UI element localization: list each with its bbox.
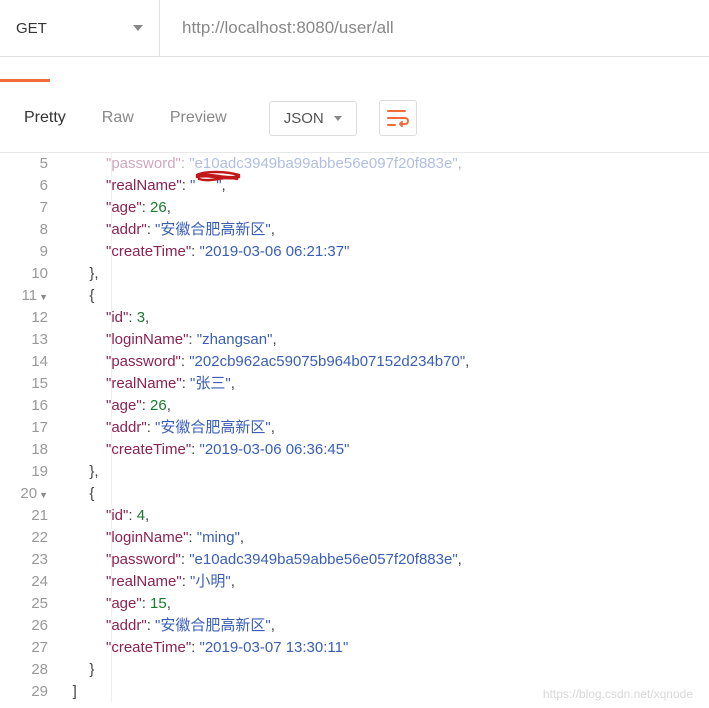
json-key: age [111, 397, 136, 414]
json-key: createTime [111, 441, 185, 458]
json-key: addr [111, 617, 141, 634]
http-method-label: GET [16, 20, 47, 37]
json-value: 安徽合肥高新区 [160, 419, 265, 436]
json-key: createTime [111, 639, 185, 656]
json-value: ming [202, 529, 235, 546]
json-value: 小明 [195, 573, 225, 590]
tab-pretty[interactable]: Pretty [6, 101, 84, 135]
response-body: 5678910 11▼ 1213141516171819 20▼ 2122232… [0, 153, 709, 703]
json-key: addr [111, 419, 141, 436]
response-view-tabs: Pretty Raw Preview JSON [0, 82, 709, 153]
json-key: id [111, 309, 123, 326]
json-key: loginName [111, 529, 183, 546]
json-key: password [111, 551, 175, 568]
json-value: 202cb962ac59075b964b07152d234b70 [195, 353, 460, 370]
line-gutter: 5678910 11▼ 1213141516171819 20▼ 2122232… [0, 153, 56, 703]
tab-raw[interactable]: Raw [84, 101, 152, 135]
redaction-mark-icon [195, 169, 241, 185]
json-value: 张三 [195, 375, 225, 392]
json-key: loginName [111, 331, 183, 348]
format-dropdown[interactable]: JSON [269, 101, 357, 136]
json-value: 4 [137, 507, 145, 524]
json-key: createTime [111, 243, 185, 260]
json-value: 安徽合肥高新区 [160, 617, 265, 634]
url-input[interactable] [160, 0, 709, 56]
json-key: password [111, 155, 175, 172]
json-value: zhangsan [202, 331, 267, 348]
redacted-value [195, 175, 216, 197]
watermark: https://blog.csdn.net/xqnode [543, 687, 693, 701]
format-label: JSON [284, 110, 324, 127]
json-key: realName [111, 375, 176, 392]
json-key: addr [111, 221, 141, 238]
json-value: 2019-03-07 13:30:11 [205, 639, 343, 656]
request-bar: GET [0, 0, 709, 57]
json-value: 2019-03-06 06:36:45 [205, 441, 344, 458]
json-value: 26 [150, 199, 167, 216]
json-value: 3 [137, 309, 145, 326]
json-value: 15 [150, 595, 167, 612]
json-value: 26 [150, 397, 167, 414]
tab-preview[interactable]: Preview [152, 101, 245, 135]
caret-down-icon [133, 25, 143, 31]
json-value: 2019-03-06 06:21:37 [205, 243, 344, 260]
json-value: 安徽合肥高新区 [160, 221, 265, 238]
json-key: age [111, 199, 136, 216]
json-key: age [111, 595, 136, 612]
fold-guide [111, 153, 112, 703]
wrap-lines-icon [387, 109, 409, 127]
code-content[interactable]: "password": "e10adc3949ba99abbe56e097f20… [56, 153, 709, 703]
json-key: realName [111, 573, 176, 590]
caret-down-icon [334, 116, 342, 121]
json-key: password [111, 353, 175, 370]
http-method-dropdown[interactable]: GET [0, 0, 160, 56]
json-key: realName [111, 177, 176, 194]
json-key: id [111, 507, 123, 524]
wrap-lines-button[interactable] [379, 100, 417, 136]
json-value: e10adc3949ba59abbe56e057f20f883e [195, 551, 453, 568]
